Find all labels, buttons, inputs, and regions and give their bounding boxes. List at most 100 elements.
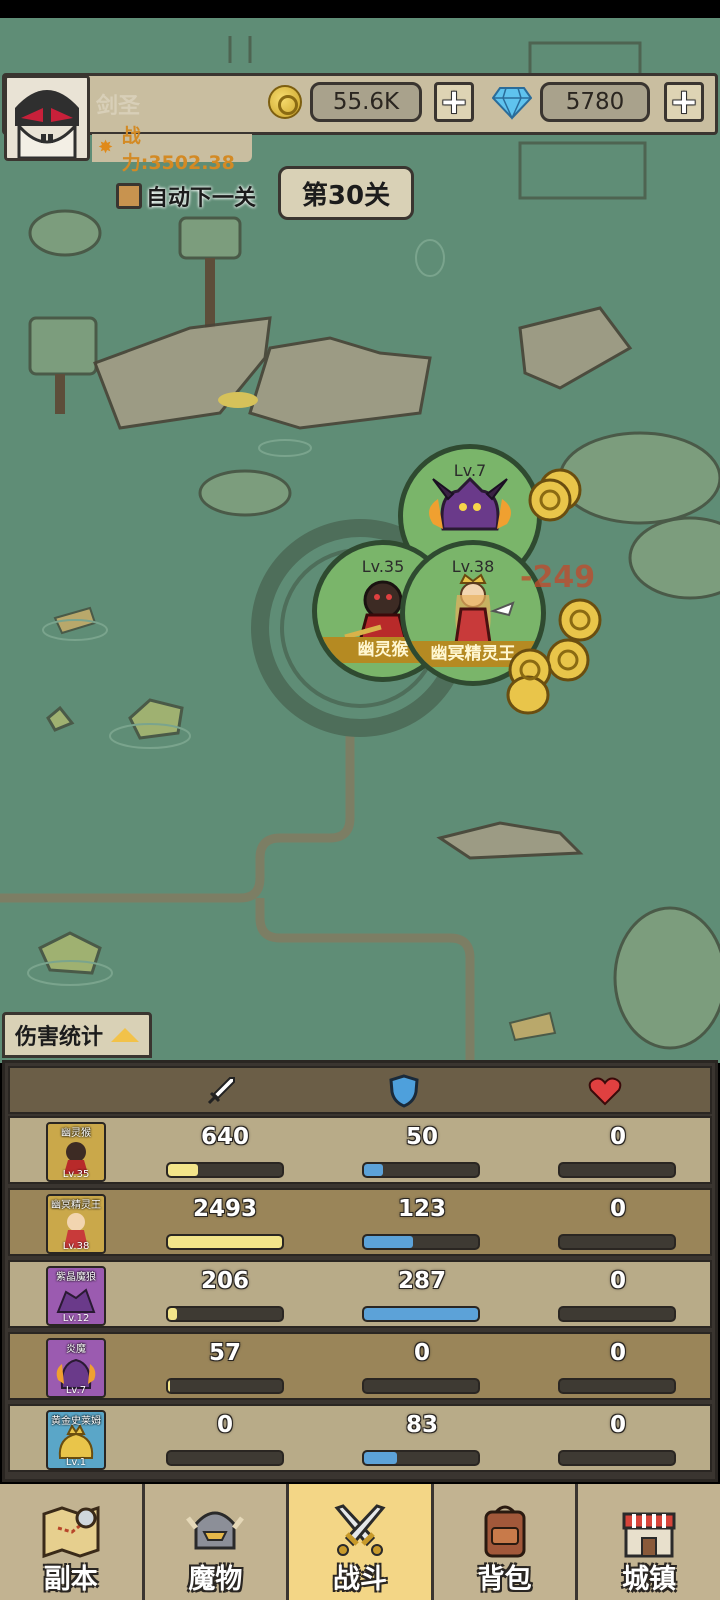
sword-icon xyxy=(207,1077,235,1105)
bottom-nav: 副本 魔物 战斗 背包 城镇 xyxy=(0,1484,720,1600)
thumb-name: 幽灵猴 xyxy=(61,1128,91,1139)
thumb-level: Lv.12 xyxy=(62,1313,90,1324)
attack-value: 206 xyxy=(200,1268,249,1294)
defense-bar xyxy=(362,1378,480,1394)
defense-bar-fill xyxy=(364,1452,398,1464)
attack-value: 57 xyxy=(208,1340,241,1366)
gem-amount: 5780 xyxy=(540,82,650,122)
nav-label: 副本 xyxy=(43,1564,98,1595)
gold-amount: 55.6K xyxy=(310,82,422,122)
backpack-icon xyxy=(484,1505,526,1558)
attack-value: 640 xyxy=(200,1124,249,1150)
attack-bar-fill xyxy=(168,1380,171,1392)
thumb-name: 炎魔 xyxy=(66,1344,86,1355)
thumb-name: 幽冥精灵王 xyxy=(51,1200,101,1211)
damage-stats-toggle[interactable]: 伤害统计 xyxy=(2,1012,152,1058)
thumb-level: Lv.38 xyxy=(62,1241,90,1252)
crossed-swords-icon xyxy=(334,1504,386,1556)
auto-next-checkbox[interactable] xyxy=(116,183,142,209)
heal-value: 0 xyxy=(609,1268,626,1294)
stats-row: 黄金史莱姆 Lv.1 0 83 0 xyxy=(8,1404,712,1472)
auto-next-toggle[interactable]: 自动下一关 xyxy=(116,180,256,212)
nav-dungeon[interactable]: 副本 xyxy=(0,1484,145,1600)
heal-bar xyxy=(558,1306,676,1322)
attack-bar xyxy=(166,1234,284,1250)
shop-icon xyxy=(622,1512,676,1558)
diamond-icon xyxy=(492,87,532,120)
add-gems-button[interactable]: + xyxy=(664,82,704,122)
thumb-level: Lv.35 xyxy=(62,1169,90,1180)
add-gold-button[interactable]: + xyxy=(434,82,474,122)
defense-value: 83 xyxy=(405,1412,438,1438)
nav-label: 魔物 xyxy=(188,1564,243,1595)
stats-row: 幽灵猴 Lv.35 640 50 0 xyxy=(8,1116,712,1184)
attack-bar-fill xyxy=(168,1164,198,1176)
shield-icon xyxy=(389,1074,419,1108)
collapse-arrow-icon xyxy=(111,1028,140,1042)
helmet-icon xyxy=(186,1511,245,1550)
defense-bar xyxy=(362,1450,480,1466)
defense-bar xyxy=(362,1162,480,1178)
attack-bar xyxy=(166,1306,284,1322)
thumb-name: 黄金史莱姆 xyxy=(51,1416,101,1427)
nav-label: 城镇 xyxy=(622,1564,677,1595)
heal-bar xyxy=(558,1378,676,1394)
auto-next-label: 自动下一关 xyxy=(146,186,257,211)
avatar-portrait xyxy=(7,78,87,158)
stats-row: 紫晶魔狼 Lv.12 206 287 0 xyxy=(8,1260,712,1328)
stage-button[interactable]: 第30关 xyxy=(278,166,414,220)
heal-value: 0 xyxy=(609,1196,626,1222)
defense-bar xyxy=(362,1306,480,1322)
gold-coin-icon xyxy=(268,85,302,119)
heal-value: 0 xyxy=(609,1124,626,1150)
attack-bar xyxy=(166,1450,284,1466)
thumb-level: Lv.1 xyxy=(65,1457,87,1468)
defense-bar-fill xyxy=(364,1236,414,1248)
defense-bar-fill xyxy=(364,1308,478,1320)
nav-town[interactable]: 城镇 xyxy=(578,1484,720,1600)
thumb-name: 紫晶魔狼 xyxy=(56,1272,96,1283)
unit-thumbnail[interactable]: 黄金史莱姆 Lv.1 xyxy=(46,1410,106,1470)
nav-battle[interactable]: 战斗 xyxy=(289,1484,434,1600)
heal-bar xyxy=(558,1162,676,1178)
attack-bar xyxy=(166,1162,284,1178)
defense-value: 287 xyxy=(397,1268,446,1294)
unit-thumbnail[interactable]: 紫晶魔狼 Lv.12 xyxy=(46,1266,106,1326)
defense-bar xyxy=(362,1234,480,1250)
nav-monsters[interactable]: 魔物 xyxy=(144,1484,290,1600)
combat-power: 战力:3502.38 xyxy=(121,125,235,174)
unit-thumbnail[interactable]: 炎魔 Lv.7 xyxy=(46,1338,106,1398)
defense-value: 123 xyxy=(397,1196,446,1222)
attack-bar-fill xyxy=(168,1236,282,1248)
attack-bar-fill xyxy=(168,1308,178,1320)
heal-bar xyxy=(558,1450,676,1466)
stats-row: 幽冥精灵王 Lv.38 2493 123 0 xyxy=(8,1188,712,1256)
defense-bar-fill xyxy=(364,1164,384,1176)
status-bar xyxy=(0,0,720,18)
thumb-level: Lv.7 xyxy=(65,1385,87,1396)
nav-label: 战斗 xyxy=(332,1564,387,1595)
player-avatar[interactable] xyxy=(4,75,90,161)
heart-icon xyxy=(588,1077,622,1106)
damage-stats-header xyxy=(8,1066,712,1114)
flame-icon: ✸ xyxy=(98,137,114,158)
floating-damage-number: -249 xyxy=(520,560,596,595)
unit-thumbnail[interactable]: 幽灵猴 Lv.35 xyxy=(46,1122,106,1182)
defense-value: 50 xyxy=(405,1124,438,1150)
dropped-coins xyxy=(506,468,602,715)
combat-power-row: ✸ 战力:3502.38 xyxy=(92,125,252,174)
attack-value: 0 xyxy=(216,1412,233,1438)
heal-value: 0 xyxy=(609,1412,626,1438)
nav-label: 背包 xyxy=(477,1564,532,1595)
heal-bar xyxy=(558,1234,676,1250)
unit-thumbnail[interactable]: 幽冥精灵王 Lv.38 xyxy=(46,1194,106,1254)
damage-stats-label: 伤害统计 xyxy=(15,1025,104,1050)
nav-backpack[interactable]: 背包 xyxy=(433,1484,579,1600)
heal-value: 0 xyxy=(609,1340,626,1366)
attack-value: 2493 xyxy=(192,1196,257,1222)
defense-value: 0 xyxy=(413,1340,430,1366)
attack-bar xyxy=(166,1378,284,1394)
stats-row: 炎魔 Lv.7 57 0 0 xyxy=(8,1332,712,1400)
player-name: 剑圣 xyxy=(96,94,141,119)
map-icon xyxy=(42,1505,100,1559)
